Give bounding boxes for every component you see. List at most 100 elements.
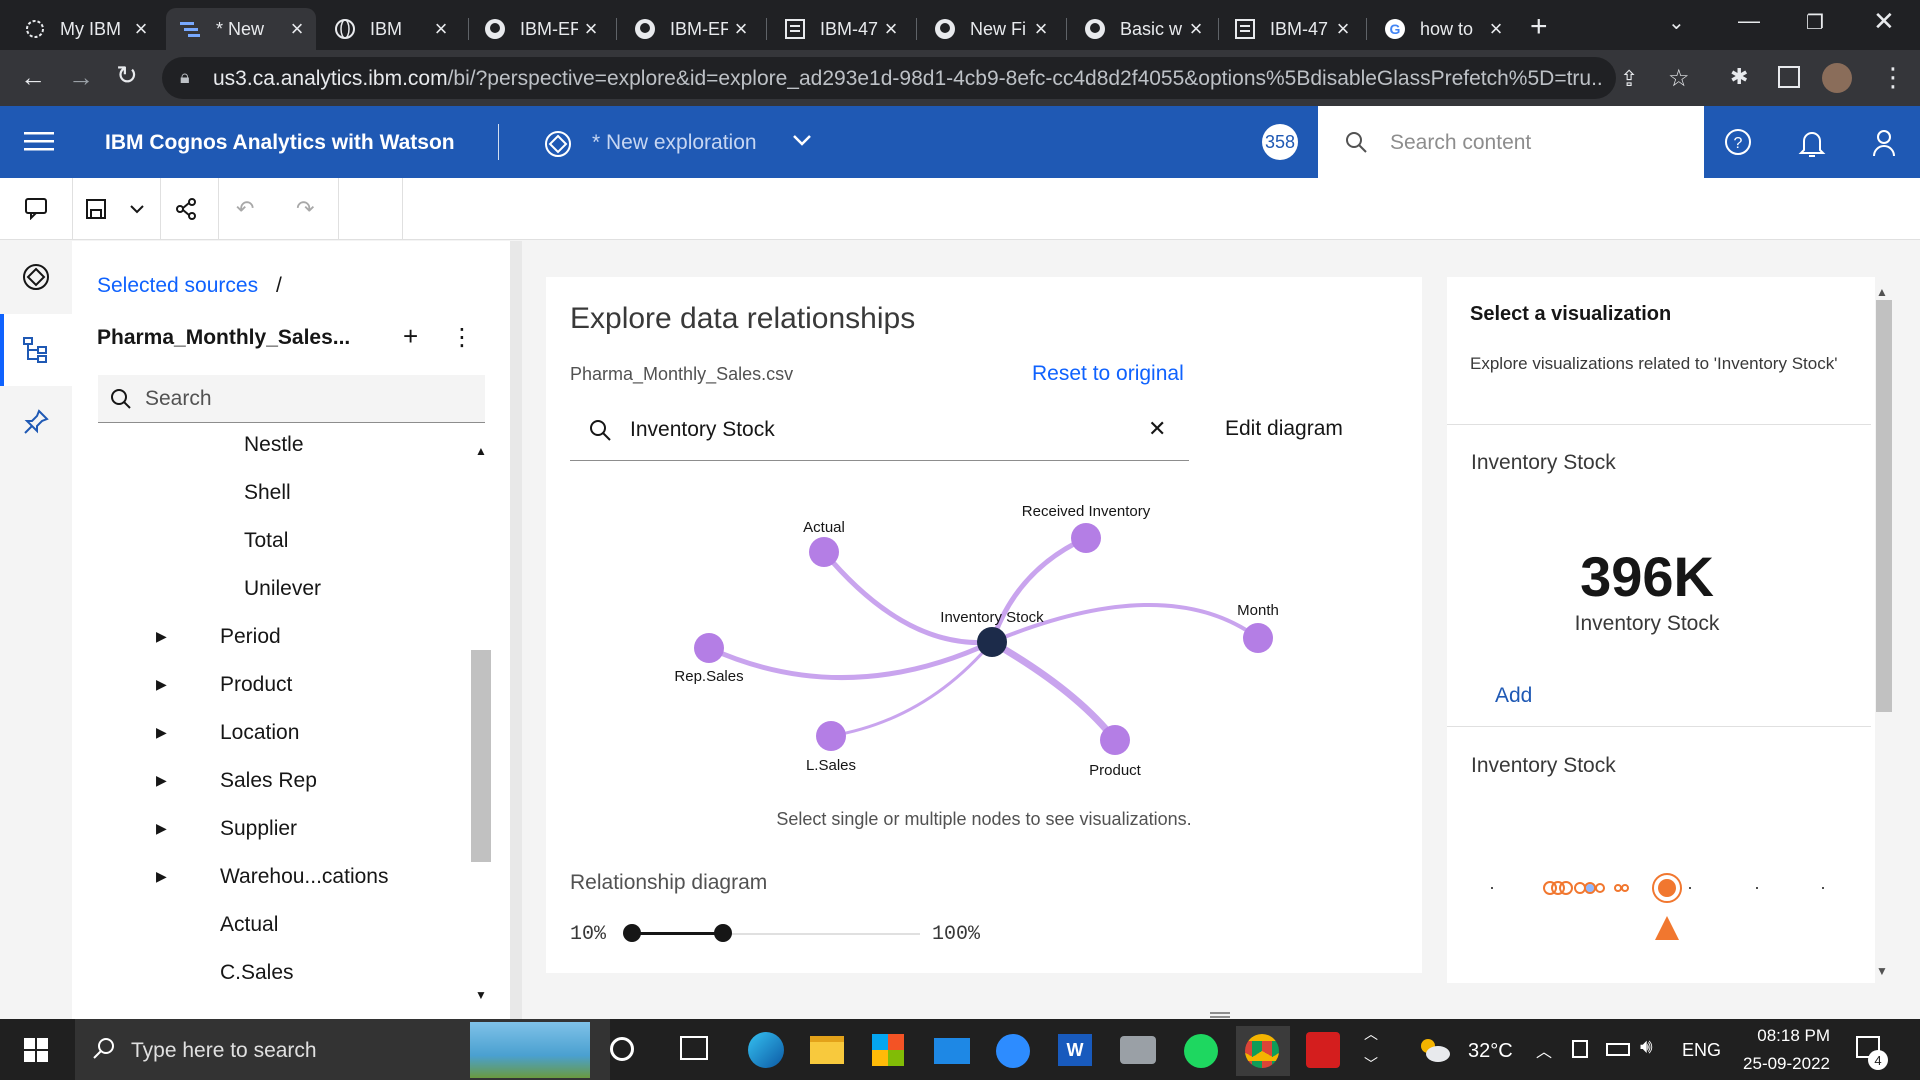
node-l-sales[interactable]	[816, 721, 846, 751]
browser-tab[interactable]: IBM-47 ×	[770, 8, 910, 50]
browser-tab[interactable]: IBM-EF ×	[620, 8, 760, 50]
browser-tab[interactable]: IBM-EF ×	[470, 8, 610, 50]
browser-tab[interactable]: IBM-47 ×	[1220, 8, 1362, 50]
tree-group[interactable]: Supplier	[220, 817, 297, 841]
file-explorer-icon[interactable]	[810, 1036, 844, 1064]
close-tab-icon[interactable]: ×	[728, 16, 754, 42]
tree-group[interactable]: Sales Rep	[220, 769, 317, 793]
tree-item[interactable]: Nestle	[244, 433, 304, 457]
browser-tab[interactable]: My IBM ×	[10, 8, 160, 50]
close-window-button[interactable]: ✕	[1873, 6, 1895, 37]
browser-tab[interactable]: IBM ×	[320, 8, 460, 50]
expand-caret-icon[interactable]: ▶	[156, 628, 167, 645]
redo-icon[interactable]: ↷	[296, 196, 314, 222]
close-tab-icon[interactable]: ×	[1183, 16, 1209, 42]
scroll-taskbar-up-icon[interactable]: ︿	[1364, 1024, 1378, 1044]
reset-to-original-link[interactable]: Reset to original	[1032, 362, 1184, 386]
taskbar-search-placeholder[interactable]: Type here to search	[131, 1039, 317, 1063]
add-source-button[interactable]: +	[403, 321, 418, 352]
scrollbar-thumb[interactable]	[1876, 300, 1892, 712]
side-panel-icon[interactable]	[1778, 66, 1800, 88]
tree-group[interactable]: Period	[220, 625, 281, 649]
relationship-diagram[interactable]: Actual Received Inventory Month Rep.Sale…	[546, 470, 1422, 800]
task-view-icon[interactable]	[680, 1036, 708, 1060]
notification-count-badge[interactable]: 358	[1262, 124, 1298, 160]
url-text[interactable]: us3.ca.analytics.ibm.com/bi/?perspective…	[213, 67, 1603, 91]
spotify-icon[interactable]	[1184, 1034, 1218, 1068]
tree-item[interactable]: Total	[244, 529, 288, 553]
share-icon[interactable]: ⇪	[1620, 66, 1638, 92]
breadcrumb-selected-sources[interactable]: Selected sources	[97, 274, 258, 298]
exploration-title[interactable]: * New exploration	[592, 131, 757, 155]
word-icon[interactable]: W	[1058, 1034, 1092, 1066]
weather-icon[interactable]	[1416, 1034, 1452, 1064]
camera-icon[interactable]	[1120, 1036, 1156, 1064]
restore-button[interactable]: ❐	[1806, 10, 1824, 35]
mail-icon[interactable]	[934, 1038, 970, 1064]
node-product[interactable]	[1100, 725, 1130, 755]
back-button[interactable]: ←	[20, 62, 46, 93]
scatter-preview[interactable]	[1470, 860, 1840, 940]
lock-icon[interactable]: 🔒︎	[180, 67, 190, 88]
expand-caret-icon[interactable]: ▶	[156, 820, 167, 837]
battery-icon[interactable]	[1606, 1043, 1630, 1056]
scroll-up-icon[interactable]: ▲	[475, 444, 487, 458]
new-tab-button[interactable]: +	[1530, 10, 1548, 44]
extensions-icon[interactable]: ✱	[1730, 64, 1748, 90]
show-hidden-icons-icon[interactable]: ︿	[1536, 1038, 1552, 1062]
expand-caret-icon[interactable]: ▶	[156, 868, 167, 885]
resize-grip-icon[interactable]	[1210, 1012, 1230, 1018]
microsoft-store-icon[interactable]	[872, 1034, 904, 1066]
clock-time[interactable]: 08:18 PM	[1740, 1026, 1830, 1046]
scroll-down-icon[interactable]: ▼	[1876, 964, 1888, 978]
close-tab-icon[interactable]: ×	[428, 16, 454, 42]
close-tab-icon[interactable]: ×	[878, 16, 904, 42]
close-tab-icon[interactable]: ×	[1330, 16, 1356, 42]
node-rep-sales[interactable]	[694, 633, 724, 663]
clear-search-icon[interactable]: ✕	[1148, 416, 1166, 442]
browser-tab-active[interactable]: * New ×	[166, 8, 316, 50]
overflow-menu-icon[interactable]: ⋮	[450, 323, 474, 352]
tab-search-icon[interactable]: ⌄	[1668, 10, 1685, 35]
expand-caret-icon[interactable]: ▶	[156, 724, 167, 741]
undo-icon[interactable]: ↶	[236, 196, 254, 222]
profile-avatar[interactable]	[1822, 63, 1852, 93]
language-indicator[interactable]: ENG	[1682, 1040, 1721, 1061]
node-search-value[interactable]: Inventory Stock	[630, 418, 775, 442]
close-tab-icon[interactable]: ×	[128, 16, 154, 42]
acrobat-icon[interactable]	[1306, 1032, 1340, 1068]
browser-menu-icon[interactable]: ⋮	[1880, 62, 1906, 93]
cortana-icon[interactable]	[610, 1037, 634, 1061]
tree-group[interactable]: Location	[220, 721, 299, 745]
weather-temperature[interactable]: 32°C	[1468, 1040, 1513, 1063]
hamburger-menu-icon[interactable]	[24, 130, 54, 154]
chrome-icon[interactable]	[1245, 1034, 1279, 1068]
explore-icon[interactable]	[22, 263, 50, 291]
close-tab-icon[interactable]: ×	[1028, 16, 1054, 42]
save-menu-chevron-icon[interactable]	[128, 200, 146, 218]
add-visualization-button[interactable]: Add	[1495, 684, 1532, 708]
scroll-up-icon[interactable]: ▲	[1876, 285, 1888, 299]
share-network-icon[interactable]	[174, 197, 198, 221]
minimize-button[interactable]: —	[1738, 8, 1760, 34]
tree-group[interactable]: Product	[220, 673, 292, 697]
edit-diagram-button[interactable]: Edit diagram	[1225, 417, 1343, 441]
volume-icon[interactable]: 🔊︎	[1640, 1036, 1653, 1059]
node-month[interactable]	[1243, 623, 1273, 653]
slider-max-handle[interactable]	[714, 924, 732, 942]
device-icon[interactable]	[1572, 1040, 1588, 1058]
node-inventory-stock[interactable]	[977, 627, 1007, 657]
tree-item[interactable]: Shell	[244, 481, 291, 505]
help-icon[interactable]: ?	[1724, 128, 1752, 156]
save-icon[interactable]	[85, 198, 107, 220]
browser-tab[interactable]: G how to ×	[1370, 8, 1515, 50]
forward-button[interactable]: →	[68, 62, 94, 93]
tree-item[interactable]: Unilever	[244, 577, 321, 601]
user-icon[interactable]	[1870, 128, 1898, 158]
scroll-down-icon[interactable]: ▼	[475, 988, 487, 1002]
comment-icon[interactable]	[24, 196, 48, 220]
close-tab-icon[interactable]: ×	[284, 16, 310, 42]
search-placeholder[interactable]: Search content	[1390, 131, 1531, 155]
bell-icon[interactable]	[1798, 128, 1826, 158]
clock-date[interactable]: 25-09-2022	[1720, 1054, 1830, 1074]
